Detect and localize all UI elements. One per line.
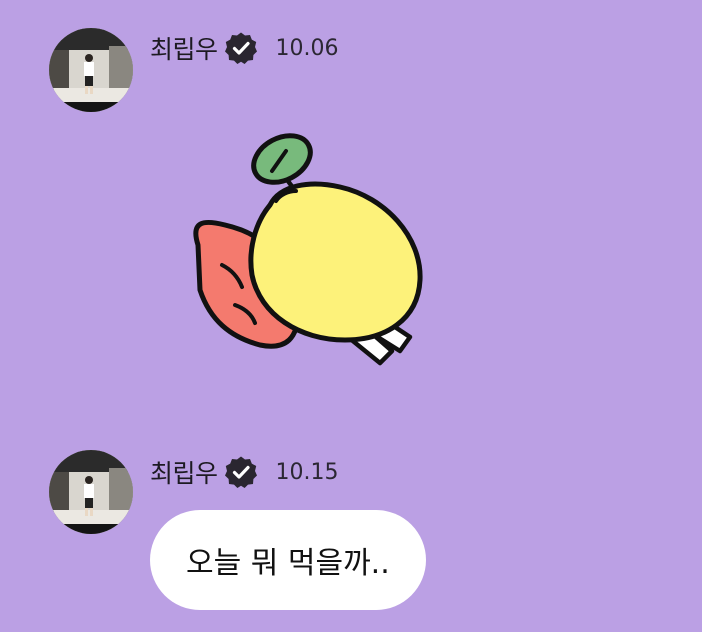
avatar[interactable]: [49, 450, 133, 534]
message-time: 10.15: [275, 459, 339, 485]
message-text: 오늘 뭐 먹을까..: [186, 546, 390, 581]
message-bubble[interactable]: 오늘 뭐 먹을까..: [150, 510, 426, 610]
sender-name[interactable]: 최립우: [150, 454, 218, 490]
sender-name[interactable]: 최립우: [150, 30, 218, 66]
verified-badge-icon: [224, 455, 258, 489]
message-header: 최립우 10.15: [150, 454, 339, 490]
verified-badge-icon: [224, 31, 258, 65]
message-time: 10.06: [275, 35, 339, 61]
sleeping-lemon-sticker-icon[interactable]: [180, 125, 430, 375]
message-header: 최립우 10.06: [150, 30, 339, 66]
message-1: 최립우 10.06: [0, 0, 702, 420]
avatar[interactable]: [49, 28, 133, 112]
